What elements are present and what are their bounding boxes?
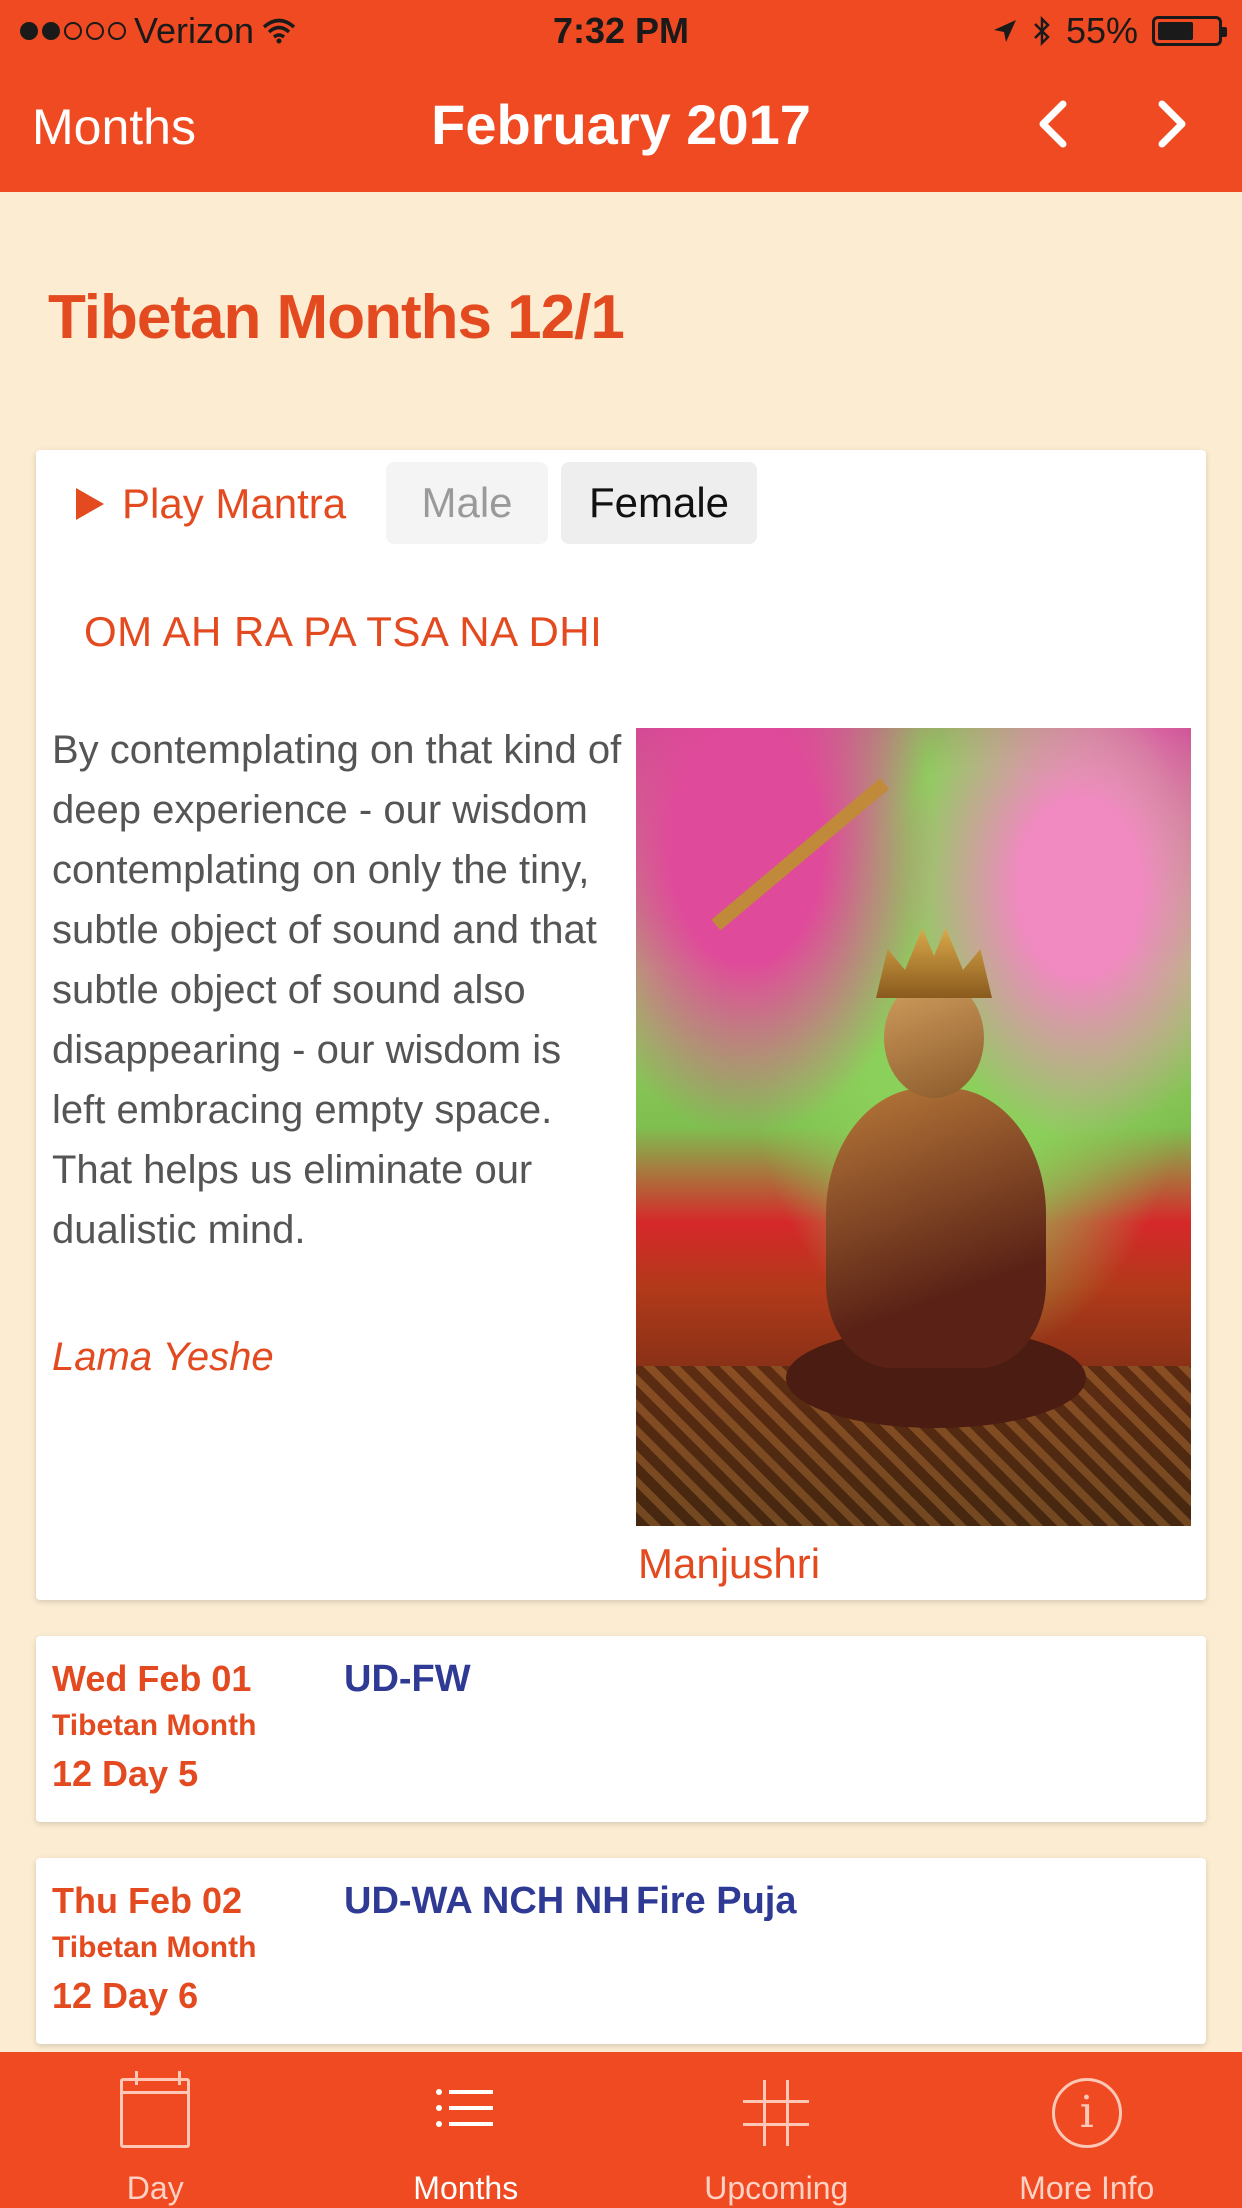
tab-upcoming[interactable]: Upcoming [621, 2052, 932, 2208]
mantra-card: Play Mantra Male Female OM AH RA PA TSA … [36, 450, 1206, 1600]
tab-more-info-label: More Info [1019, 2170, 1155, 2206]
event-month-label: Tibetan Month [52, 1709, 257, 1742]
tab-upcoming-label: Upcoming [704, 2170, 849, 2206]
tab-bar: Day Months Upcoming i More Info [0, 2052, 1242, 2208]
list-icon [435, 2089, 493, 2127]
tab-day-label: Day [126, 2170, 184, 2206]
quote-author: Lama Yeshe [52, 1335, 274, 1379]
list-item[interactable]: Thu Feb 02 Tibetan Month 12 Day 6 UD-WA … [36, 1858, 1206, 2044]
play-icon [76, 488, 104, 520]
tab-months-label: Months [413, 2170, 519, 2206]
image-caption: Manjushri [638, 1540, 821, 1587]
bluetooth-icon [1034, 15, 1050, 47]
info-icon: i [1051, 2078, 1122, 2148]
event-code: Fire Puja [636, 1880, 797, 1922]
event-day: Thu Feb 02 [52, 1880, 243, 1921]
female-voice-button[interactable]: Female [561, 462, 757, 544]
navigation-bar: Months February 2017 [0, 62, 1242, 192]
status-bar: Verizon 7:32 PM 55% [0, 0, 1242, 62]
event-month-label: Tibetan Month [52, 1931, 257, 1964]
event-code: UD-FW [344, 1658, 471, 1700]
event-tibetan-day: 12 Day 6 [52, 1975, 199, 2016]
next-month-button[interactable] [1140, 94, 1200, 154]
play-mantra-label: Play Mantra [122, 480, 347, 527]
event-date: Thu Feb 02 Tibetan Month 12 Day 6 [52, 1876, 256, 2022]
battery-percent: 55% [1065, 10, 1138, 51]
event-day: Wed Feb 01 [52, 1658, 252, 1699]
play-mantra-button[interactable]: Play Mantra [76, 480, 346, 528]
event-date: Wed Feb 01 Tibetan Month 12 Day 5 [52, 1654, 256, 1800]
male-voice-button[interactable]: Male [386, 462, 548, 544]
battery-icon [1152, 16, 1227, 46]
mantra-text: OM AH RA PA TSA NA DHI [84, 608, 603, 655]
quote-text: By contemplating on that kind of deep ex… [52, 728, 622, 1252]
previous-month-button[interactable] [1025, 94, 1085, 154]
event-code: UD-WA NCH NH [344, 1880, 630, 1922]
tab-months[interactable]: Months [311, 2052, 622, 2208]
section-heading: Tibetan Months 12/1 [48, 283, 625, 352]
calendar-icon [120, 2071, 191, 2148]
status-right: 55% [992, 10, 1227, 52]
tab-more-info[interactable]: i More Info [932, 2052, 1242, 2208]
location-arrow-icon [993, 20, 1016, 42]
tab-day[interactable]: Day [0, 2052, 311, 2208]
manjushri-statue-image [636, 728, 1191, 1526]
chevron-right-icon [1158, 100, 1186, 148]
grid-icon [743, 2080, 810, 2146]
event-tibetan-day: 12 Day 5 [52, 1753, 199, 1794]
list-item[interactable]: Wed Feb 01 Tibetan Month 12 Day 5 UD-FW [36, 1636, 1206, 1822]
chevron-left-icon [1039, 100, 1067, 148]
